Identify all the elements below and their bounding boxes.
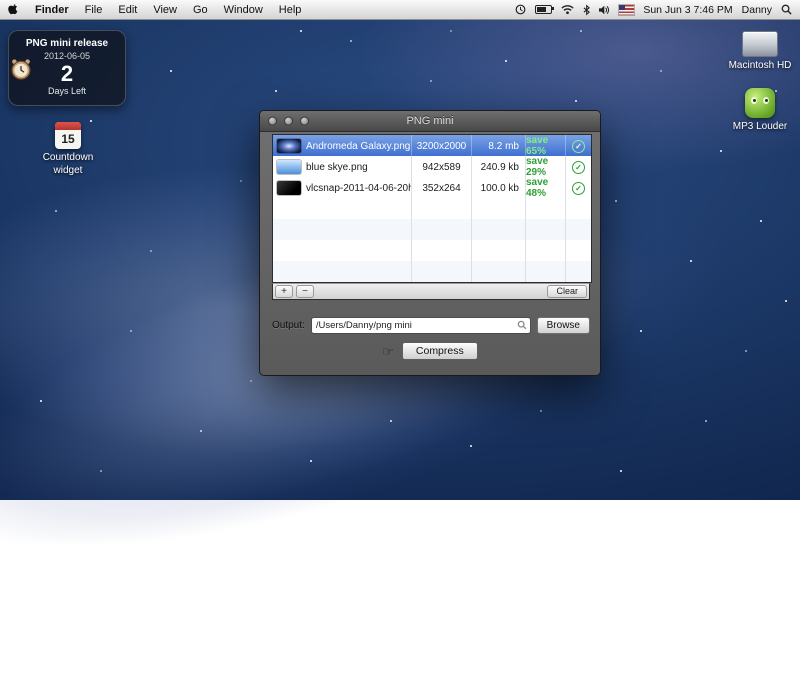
- menu-item-finder[interactable]: Finder: [35, 4, 69, 16]
- output-path-field[interactable]: [311, 317, 531, 334]
- alarm-clock-icon: [9, 57, 33, 86]
- magnifier-icon[interactable]: [517, 317, 527, 335]
- file-thumbnail: [277, 160, 301, 174]
- bluetooth-icon[interactable]: [583, 4, 590, 16]
- browse-button[interactable]: Browse: [537, 317, 590, 334]
- window-titlebar[interactable]: PNG mini: [260, 111, 600, 132]
- empty-row: [273, 219, 591, 240]
- spotlight-icon[interactable]: [781, 4, 792, 15]
- done-check-icon: ✓: [572, 182, 585, 195]
- table-row[interactable]: vlcsnap-2011-04-06-20h40m36s165.png 352x…: [273, 177, 591, 198]
- file-size: 8.2 mb: [471, 135, 525, 157]
- file-size: 100.0 kb: [471, 177, 525, 199]
- menu-clock[interactable]: Sun Jun 3 7:46 PM: [643, 4, 732, 16]
- file-thumbnail: [277, 139, 301, 153]
- empty-row: [273, 261, 591, 282]
- minimize-button[interactable]: [284, 117, 293, 126]
- file-dimensions: 352x264: [411, 177, 471, 199]
- done-check-icon: ✓: [572, 140, 585, 153]
- add-files-button[interactable]: +: [275, 285, 293, 298]
- desktop-icon-label: Macintosh HD: [727, 60, 793, 73]
- window-title: PNG mini: [406, 115, 453, 127]
- empty-row: [273, 198, 591, 219]
- file-dimensions: 3200x2000: [411, 135, 471, 157]
- table-row[interactable]: Andromeda Galaxy.png 3200x2000 8.2 mb sa…: [273, 135, 591, 156]
- compress-button[interactable]: Compress: [402, 342, 478, 360]
- hard-drive-icon: [742, 31, 778, 57]
- table-row[interactable]: blue skye.png 942x589 240.9 kb save 29% …: [273, 156, 591, 177]
- menu-item-file[interactable]: File: [85, 4, 103, 16]
- output-label: Output:: [272, 320, 305, 331]
- menu-item-window[interactable]: Window: [224, 4, 263, 16]
- close-button[interactable]: [268, 117, 277, 126]
- calendar-icon-day: 15: [55, 130, 81, 148]
- zoom-button[interactable]: [300, 117, 309, 126]
- wifi-icon[interactable]: [561, 4, 574, 15]
- file-name: vlcsnap-2011-04-06-20h40m36s165.png: [306, 183, 411, 194]
- output-section: Output: Browse: [272, 317, 590, 334]
- file-thumbnail: [277, 181, 301, 195]
- file-dimensions: 942x589: [411, 156, 471, 178]
- calendar-icon: 15: [55, 122, 81, 149]
- menu-item-view[interactable]: View: [153, 4, 177, 16]
- calendar-icon-header: [55, 122, 81, 130]
- menu-bar: Finder File Edit View Go Window Help Sun…: [0, 0, 800, 20]
- time-machine-icon[interactable]: [515, 4, 526, 15]
- output-path-input[interactable]: [316, 320, 517, 331]
- widget-title: PNG mini release: [9, 38, 125, 49]
- file-savings: save 48%: [525, 177, 565, 199]
- empty-row: [273, 240, 591, 261]
- volume-icon[interactable]: [599, 5, 610, 15]
- menu-item-edit[interactable]: Edit: [118, 4, 137, 16]
- file-name: Andromeda Galaxy.png: [306, 141, 410, 152]
- apple-menu-icon[interactable]: [8, 2, 19, 18]
- compress-section: ☞ Compress: [260, 342, 600, 360]
- desktop-icon-label: MP3 Louder: [727, 121, 793, 134]
- mp3-louder-app-icon: [745, 88, 775, 118]
- input-source-flag-icon[interactable]: [619, 5, 634, 15]
- user-menu[interactable]: Danny: [742, 4, 772, 16]
- file-size: 240.9 kb: [471, 156, 525, 178]
- list-toolbar: + − Clear: [272, 283, 590, 300]
- menu-item-go[interactable]: Go: [193, 4, 208, 16]
- widget-shortcut-label: Countdown widget: [30, 152, 106, 177]
- file-list: Andromeda Galaxy.png 3200x2000 8.2 mb sa…: [272, 134, 592, 283]
- countdown-widget-shortcut[interactable]: 15 Countdown widget: [30, 122, 106, 177]
- countdown-widget-panel[interactable]: PNG mini release 2012-06-05 2 Days Left: [8, 30, 126, 106]
- menu-item-help[interactable]: Help: [279, 4, 302, 16]
- file-savings: save 29%: [525, 156, 565, 178]
- file-name: blue skye.png: [306, 162, 368, 173]
- file-savings: save 65%: [525, 135, 565, 157]
- desktop-icon-macintosh-hd[interactable]: Macintosh HD: [727, 31, 793, 73]
- png-mini-window: PNG mini Andromeda Galaxy.png 3200x2000 …: [259, 110, 601, 376]
- desktop-icon-mp3-louder[interactable]: MP3 Louder: [727, 88, 793, 134]
- done-check-icon: ✓: [572, 161, 585, 174]
- remove-files-button[interactable]: −: [296, 285, 314, 298]
- pointing-hand-icon: ☞: [382, 345, 394, 358]
- widget-days-label: Days Left: [9, 86, 125, 96]
- battery-icon[interactable]: [535, 5, 552, 14]
- clear-button[interactable]: Clear: [547, 285, 587, 298]
